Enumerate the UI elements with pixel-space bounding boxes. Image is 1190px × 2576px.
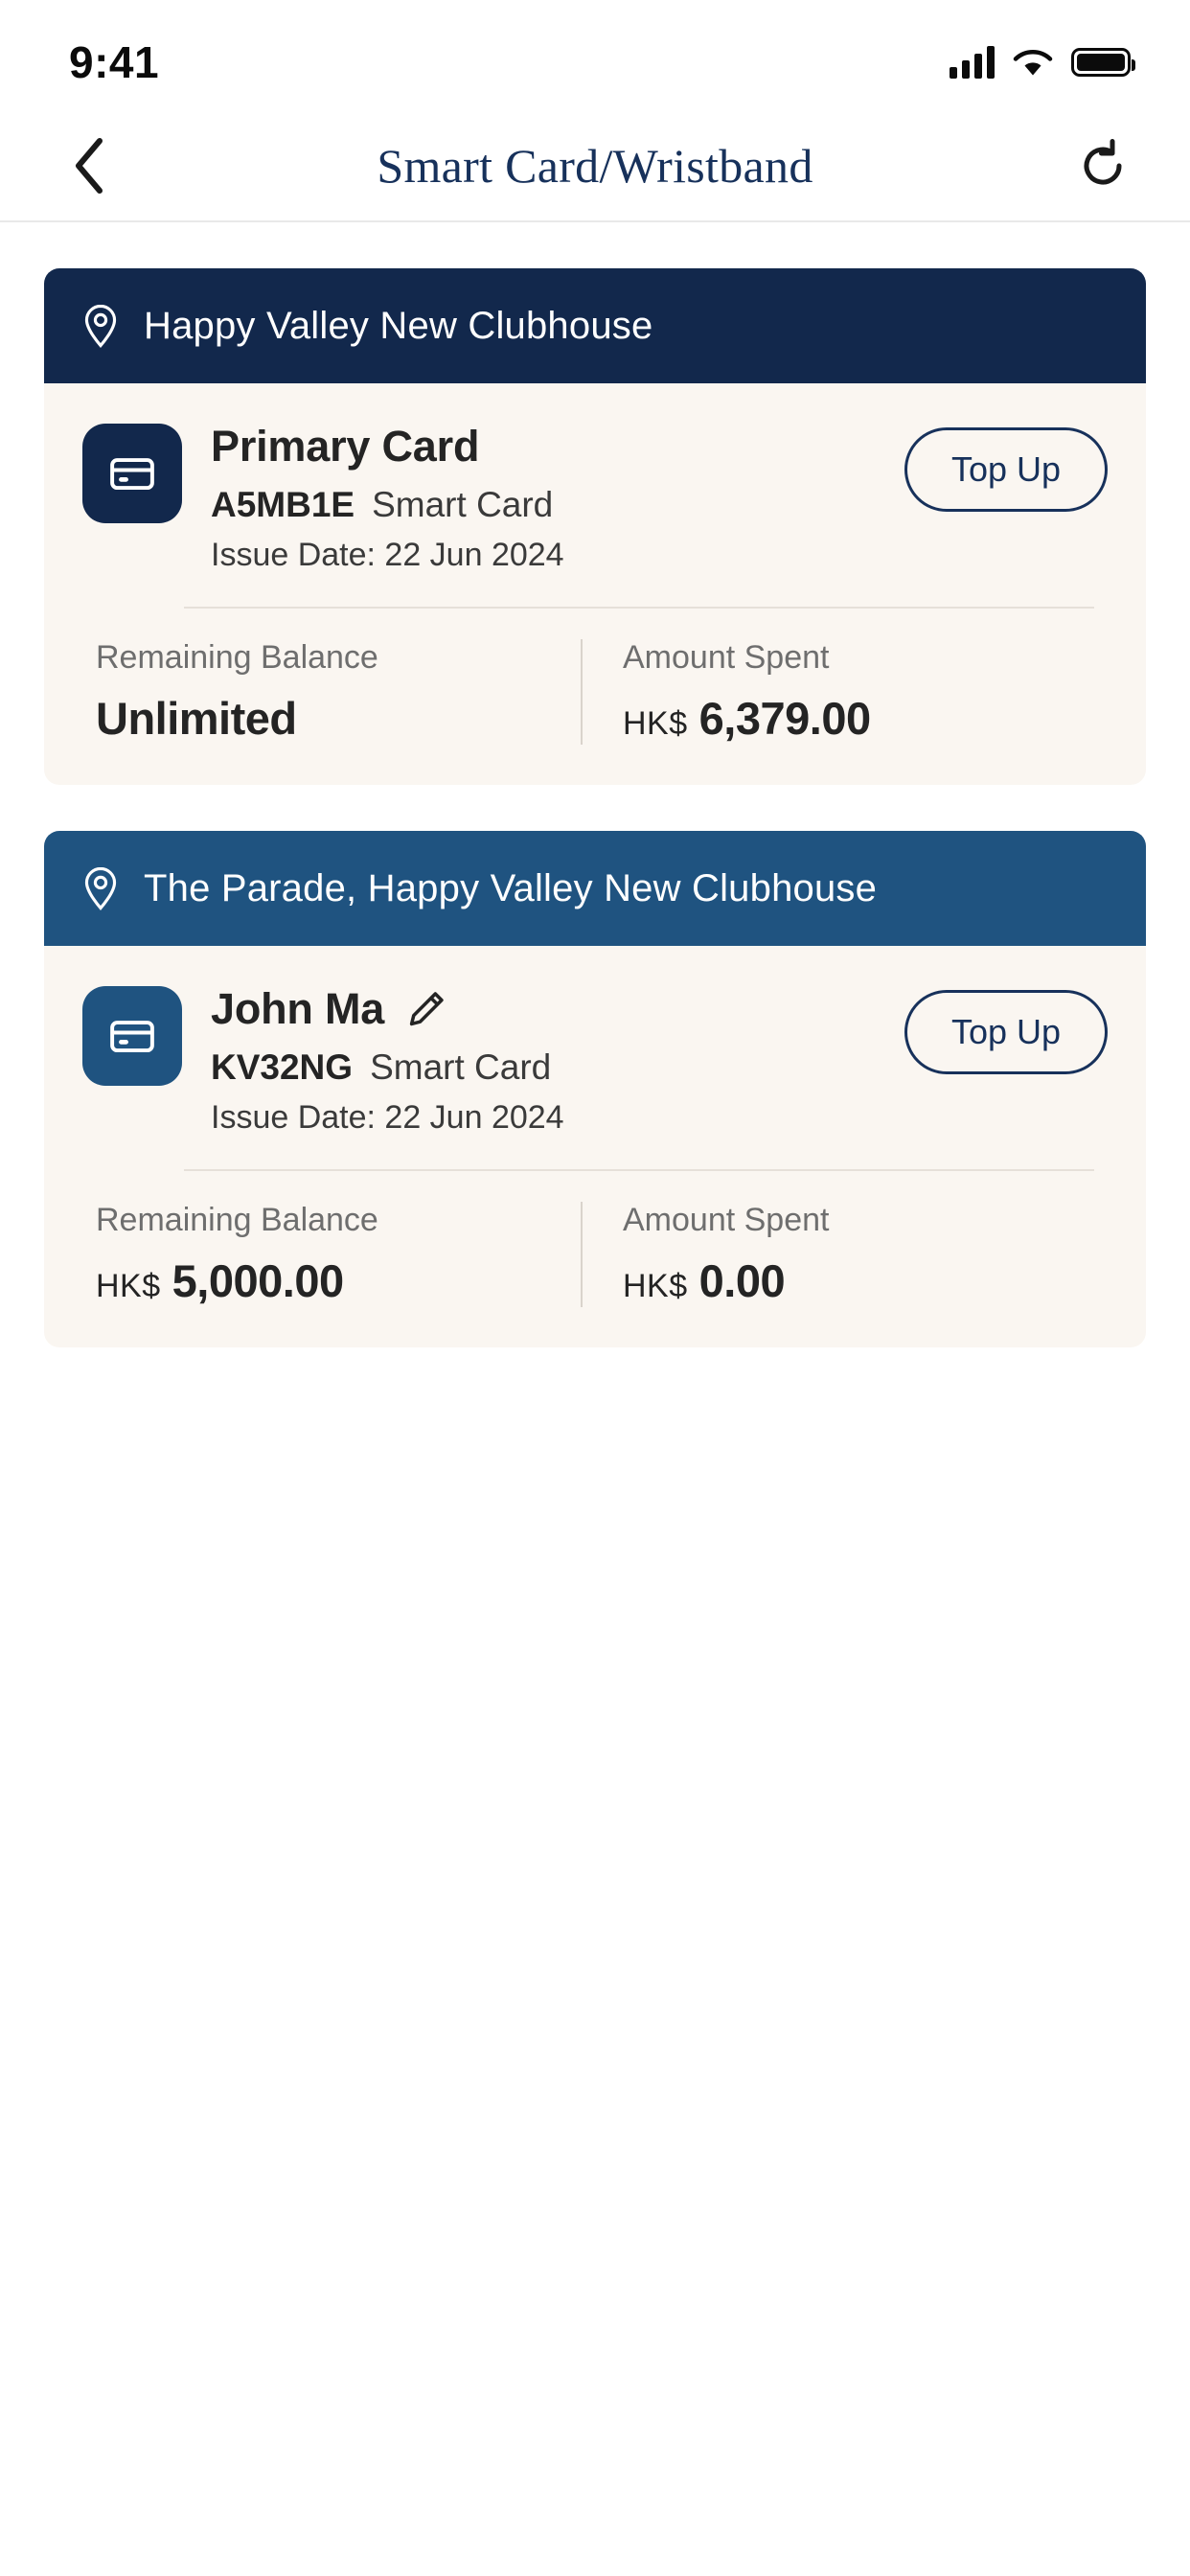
card-title-line: Primary Card	[211, 422, 904, 472]
wifi-icon	[1013, 50, 1053, 76]
remaining-balance-label: Remaining Balance	[96, 1202, 378, 1238]
amount-spent-value: HK$ 0.00	[623, 1254, 1108, 1307]
card-code-line: KV32NG Smart Card	[211, 1047, 904, 1088]
remaining-balance-value: HK$ 5,000.00	[96, 1254, 581, 1307]
pencil-edit-icon	[409, 992, 444, 1026]
battery-full-icon	[1071, 48, 1135, 77]
remaining-balance-value: Unlimited	[96, 692, 581, 745]
amount-spent-value: HK$ 6,379.00	[623, 692, 1108, 745]
card-code: KV32NG	[211, 1047, 354, 1087]
card-body: Primary Card A5MB1E Smart Card Issue Dat…	[44, 383, 1146, 785]
card-title-line: John Ma	[211, 984, 904, 1034]
amount-spent-amount: 0.00	[698, 1255, 786, 1306]
card-type: Smart Card	[372, 485, 554, 524]
remaining-balance-currency: HK$	[96, 1268, 161, 1304]
status-icons	[950, 46, 1135, 79]
status-time: 9:41	[69, 37, 160, 87]
card-issue-date: Issue Date: 22 Jun 2024	[211, 1099, 564, 1136]
amount-spent-label: Amount Spent	[623, 639, 830, 676]
card-main-row: John Ma KV32NG Smart Card Issue Date: 22…	[82, 980, 1108, 1137]
location-pin-icon	[84, 304, 117, 348]
top-up-button[interactable]: Top Up	[904, 990, 1108, 1074]
refresh-icon	[1084, 139, 1122, 185]
card-venue-header: Happy Valley New Clubhouse	[44, 268, 1146, 383]
remaining-balance-label: Remaining Balance	[96, 639, 378, 676]
venue-name: The Parade, Happy Valley New Clubhouse	[144, 866, 878, 909]
remaining-balance-amount: Unlimited	[96, 693, 297, 744]
card-main-row: Primary Card A5MB1E Smart Card Issue Dat…	[82, 418, 1108, 574]
top-up-button[interactable]: Top Up	[904, 427, 1108, 512]
amount-spent-currency: HK$	[623, 705, 688, 742]
edit-name-button[interactable]	[405, 988, 447, 1030]
card-code: A5MB1E	[211, 485, 355, 524]
remaining-balance-amount: 5,000.00	[172, 1255, 344, 1306]
card-holder-name: Primary Card	[211, 422, 480, 471]
credit-card-icon	[110, 1021, 154, 1053]
card-icon-badge	[82, 424, 182, 523]
card-stats: Remaining Balance HK$ 5,000.00 Amount Sp…	[82, 1202, 1108, 1307]
navigation-bar: Smart Card/Wristband	[0, 111, 1190, 222]
smart-card-item: Happy Valley New Clubhouse Primary Card	[44, 268, 1146, 785]
card-venue-header: The Parade, Happy Valley New Clubhouse	[44, 831, 1146, 946]
cellular-signal-icon	[950, 46, 995, 79]
back-button[interactable]	[56, 132, 123, 199]
amount-spent-stat: Amount Spent HK$ 0.00	[581, 1202, 1108, 1307]
venue-name: Happy Valley New Clubhouse	[144, 304, 653, 347]
card-info: John Ma KV32NG Smart Card Issue Date: 22…	[182, 980, 904, 1137]
refresh-button[interactable]	[1069, 132, 1136, 199]
card-info: Primary Card A5MB1E Smart Card Issue Dat…	[182, 418, 904, 574]
chevron-left-icon	[76, 138, 103, 194]
card-icon-badge	[82, 986, 182, 1086]
location-pin-icon	[84, 866, 117, 910]
card-divider	[184, 607, 1094, 609]
amount-spent-stat: Amount Spent HK$ 6,379.00	[581, 639, 1108, 745]
card-type: Smart Card	[370, 1047, 552, 1087]
amount-spent-currency: HK$	[623, 1268, 688, 1304]
card-stats: Remaining Balance Unlimited Amount Spent…	[82, 639, 1108, 745]
card-divider	[184, 1169, 1094, 1171]
page-title: Smart Card/Wristband	[377, 139, 813, 193]
card-body: John Ma KV32NG Smart Card Issue Date: 22…	[44, 946, 1146, 1347]
remaining-balance-stat: Remaining Balance HK$ 5,000.00	[82, 1202, 581, 1307]
credit-card-icon	[110, 458, 154, 491]
card-code-line: A5MB1E Smart Card	[211, 485, 904, 525]
status-bar: 9:41	[0, 0, 1190, 111]
cards-list: Happy Valley New Clubhouse Primary Card	[0, 222, 1190, 1347]
amount-spent-amount: 6,379.00	[698, 693, 871, 744]
card-holder-name: John Ma	[211, 984, 385, 1033]
smart-card-item: The Parade, Happy Valley New Clubhouse J…	[44, 831, 1146, 1347]
amount-spent-label: Amount Spent	[623, 1202, 830, 1238]
remaining-balance-stat: Remaining Balance Unlimited	[82, 639, 581, 745]
card-issue-date: Issue Date: 22 Jun 2024	[211, 537, 564, 573]
